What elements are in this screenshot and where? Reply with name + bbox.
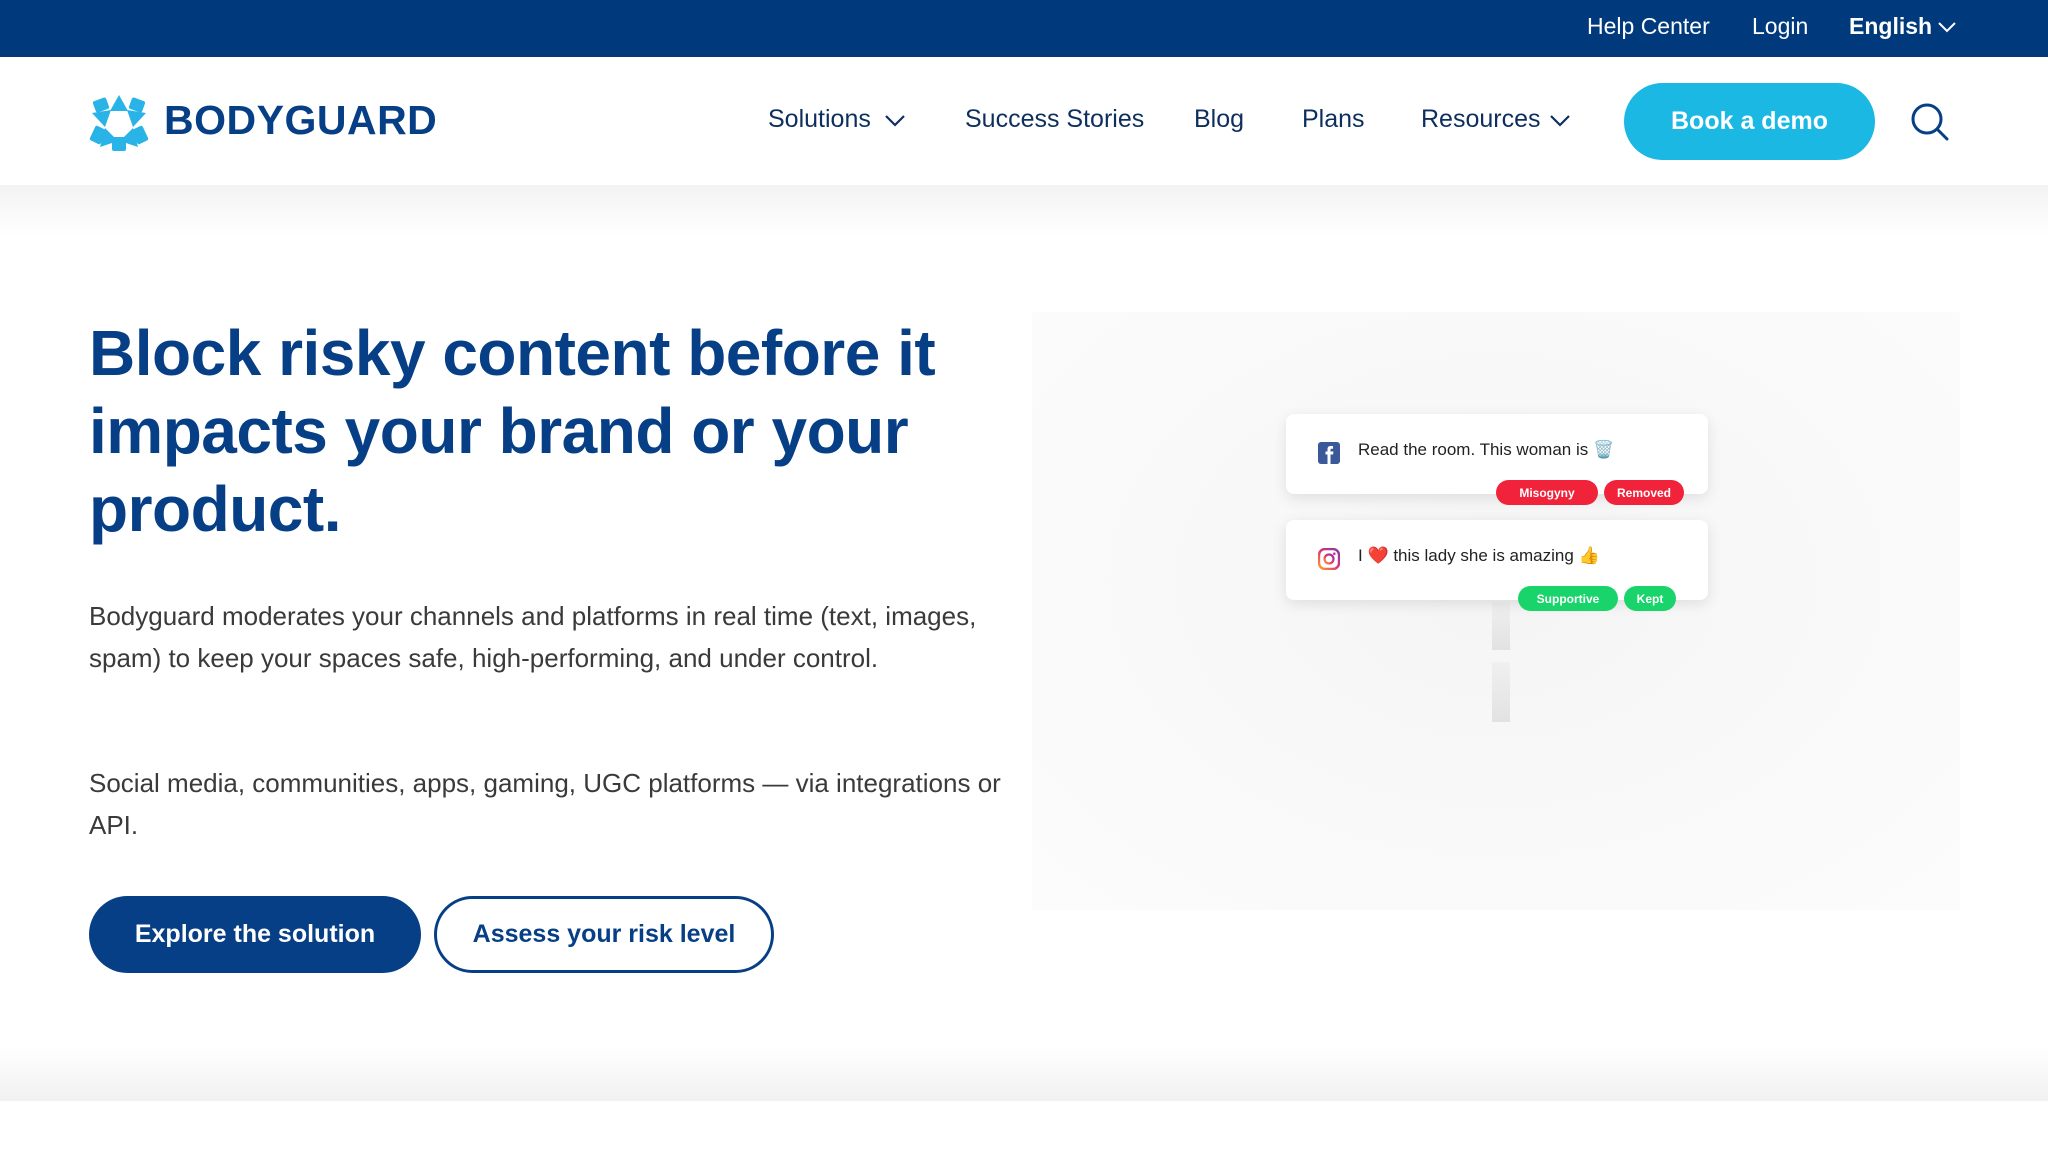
- instagram-icon: [1318, 548, 1340, 570]
- nav-blog[interactable]: Blog: [1194, 105, 1244, 134]
- explore-solution-button[interactable]: Explore the solution: [89, 896, 421, 973]
- section-divider-band: [0, 1046, 2048, 1101]
- help-center-link[interactable]: Help Center: [1587, 13, 1710, 40]
- supportive-tag: Supportive: [1518, 586, 1618, 611]
- login-link[interactable]: Login: [1752, 13, 1808, 40]
- chevron-down-icon[interactable]: [1937, 20, 1957, 34]
- logo-wordmark[interactable]: BODYGUARD: [164, 97, 437, 144]
- nav-solutions[interactable]: Solutions: [768, 105, 871, 134]
- nav-plans[interactable]: Plans: [1302, 105, 1365, 134]
- hero-title: Block risky content before it impacts yo…: [89, 317, 936, 545]
- removed-tag: Removed: [1604, 480, 1684, 505]
- comment-card: Read the room. This woman is 🗑️ Misogyny…: [1286, 414, 1708, 505]
- chevron-down-icon[interactable]: [884, 114, 906, 128]
- comment-card: I ❤️ this lady she is amazing 👍 Supporti…: [1286, 520, 1708, 611]
- misogyny-tag: Misogyny: [1496, 480, 1598, 505]
- bodyguard-logo-icon[interactable]: [88, 91, 150, 153]
- comment-text: I ❤️ this lady she is amazing 👍: [1358, 546, 1600, 565]
- comment-text: Read the room. This woman is 🗑️: [1358, 440, 1615, 459]
- facebook-icon: [1318, 442, 1340, 464]
- connector-line: [1492, 662, 1510, 722]
- hero-description: Bodyguard moderates your channels and pl…: [89, 601, 977, 673]
- connector-line: [1492, 602, 1510, 650]
- nav-success-stories[interactable]: Success Stories: [965, 105, 1144, 134]
- assess-risk-button[interactable]: Assess your risk level: [434, 896, 774, 973]
- top-utility-bar: Help Center Login English: [0, 0, 2048, 57]
- nav-shadow-band: [0, 185, 2048, 237]
- moderation-illustration: Read the room. This woman is 🗑️ Misogyny…: [1032, 312, 1960, 910]
- hero-channels-note: Social media, communities, apps, gaming,…: [89, 768, 1001, 840]
- main-navbar: BODYGUARD Solutions Success Stories Blog…: [0, 57, 2048, 185]
- chevron-down-icon[interactable]: [1549, 114, 1571, 128]
- search-icon[interactable]: [1910, 102, 1950, 142]
- book-demo-button[interactable]: Book a demo: [1624, 83, 1875, 160]
- language-selector[interactable]: English: [1849, 13, 1932, 40]
- kept-tag: Kept: [1624, 586, 1676, 611]
- nav-resources[interactable]: Resources: [1421, 105, 1541, 134]
